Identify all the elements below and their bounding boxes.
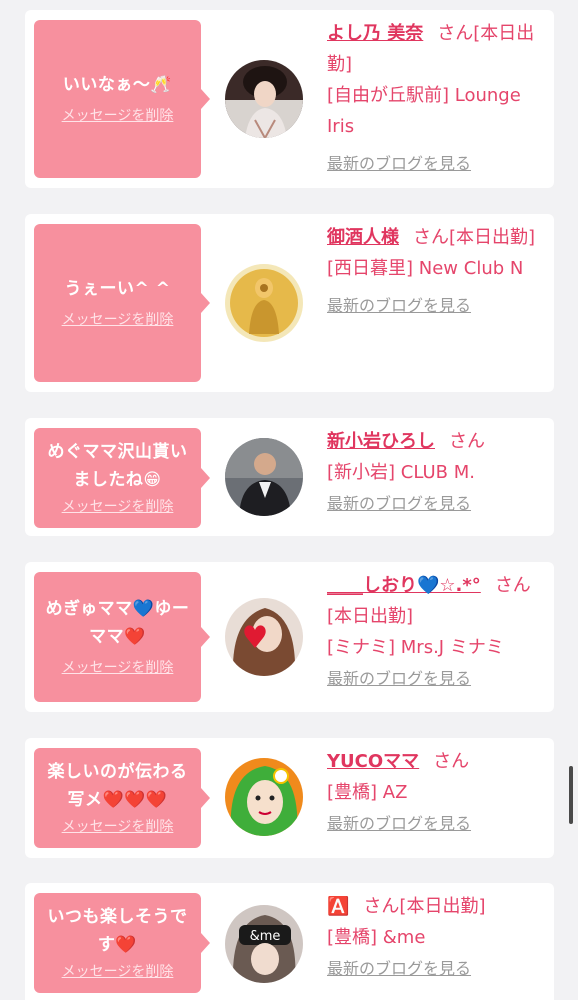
latest-blog-link[interactable]: 最新のブログを見る (327, 152, 471, 176)
shop-location: [豊橋] &me (327, 927, 426, 948)
profile-name-link[interactable]: YUCOママ (327, 751, 419, 772)
honorific: さん (494, 575, 531, 596)
avatar[interactable]: &me (225, 905, 303, 983)
message-bubble: いつも楽しそうで す❤️ メッセージを削除 (34, 893, 210, 993)
delete-message-link[interactable]: メッセージを削除 (62, 309, 174, 331)
message-text: いつも楽しそうで す❤️ (48, 903, 188, 959)
attendance-status: [本日出勤] (327, 606, 414, 627)
honorific: さん (363, 896, 400, 917)
honorific: さん (433, 751, 470, 772)
message-bubble: めぐママ沢山貰い ましたね😁 メッセージを削除 (34, 428, 210, 528)
message-text: いいなぁ〜🥂 (63, 71, 172, 99)
avatar-overlay-text: &me (250, 929, 281, 944)
message-text: うぇーい^ ^ (65, 275, 171, 303)
profile-info: 御酒人様 さん[本日出勤] [西日暮里] New Club N 最新のブログを見る (327, 222, 547, 321)
honorific: さん (413, 227, 449, 248)
profile-illustration-green-hair-icon (225, 758, 303, 836)
delete-message-link[interactable]: メッセージを削除 (62, 657, 174, 679)
attendance-status: [本日出勤] (399, 896, 486, 917)
profile-name-link[interactable]: 新小岩ひろし (327, 431, 435, 452)
message-card: うぇーい^ ^ メッセージを削除 御酒人様 さん[本日出勤] [西日暮里] New… (25, 214, 554, 392)
delete-message-link[interactable]: メッセージを削除 (62, 816, 174, 838)
delete-message-link[interactable]: メッセージを削除 (62, 961, 174, 983)
message-card: いいなぁ〜🥂 メッセージを削除 よし乃 美奈 さん[本日出勤] [自由が丘駅前] … (25, 10, 554, 188)
shop-location: [新小岩] CLUB M. (327, 462, 475, 483)
avatar[interactable] (225, 60, 303, 138)
delete-message-link[interactable]: メッセージを削除 (62, 496, 174, 518)
latest-blog-link[interactable]: 最新のブログを見る (327, 957, 471, 981)
message-bubble: めぎゅママ💙ゆー ママ❤️ メッセージを削除 (34, 572, 210, 702)
avatar[interactable] (225, 264, 303, 342)
profile-name-link[interactable]: ____しおり💙☆.*° (327, 575, 481, 596)
avatar[interactable] (225, 438, 303, 516)
profile-name-link[interactable]: よし乃 美奈 (327, 23, 423, 44)
message-bubble: 楽しいのが伝わる 写メ❤️❤️❤️ メッセージを削除 (34, 748, 210, 848)
message-line: うぇーい^ ^ (64, 279, 171, 299)
message-text: めぎゅママ💙ゆー ママ❤️ (46, 595, 190, 651)
message-card: めぐママ沢山貰い ましたね😁 メッセージを削除 新小岩ひろし さん [新小岩] C… (25, 418, 554, 536)
shop-location: [豊橋] AZ (327, 782, 408, 803)
profile-info: 🅰️ さん[本日出勤] [豊橋] &me 最新のブログを見る (327, 891, 547, 984)
latest-blog-link[interactable]: 最新のブログを見る (327, 667, 471, 691)
message-bubble: うぇーい^ ^ メッセージを削除 (34, 224, 210, 382)
avatar[interactable] (225, 758, 303, 836)
profile-info: YUCOママ さん [豊橋] AZ 最新のブログを見る (327, 746, 547, 839)
profile-photo-man-suit-icon (225, 438, 303, 516)
scrollbar-thumb[interactable] (569, 766, 573, 824)
message-line: いつも楽しそうで (47, 907, 188, 927)
delete-message-link[interactable]: メッセージを削除 (62, 105, 174, 127)
profile-name-link[interactable]: 御酒人様 (327, 227, 399, 248)
profile-photo-kimono-woman-icon (225, 60, 303, 138)
shop-location: [ミナミ] Mrs.J ミナミ (327, 637, 504, 658)
message-text: めぐママ沢山貰い ましたね😁 (48, 438, 188, 494)
latest-blog-link[interactable]: 最新のブログを見る (327, 812, 471, 836)
latest-blog-link[interactable]: 最新のブログを見る (327, 492, 471, 516)
message-card: 楽しいのが伝わる 写メ❤️❤️❤️ メッセージを削除 YUCOママ さん [豊橋]… (25, 738, 554, 858)
message-line: 楽しいのが伝わる (47, 762, 188, 782)
profile-photo-woman-andme-icon: &me (225, 905, 303, 983)
profile-info: よし乃 美奈 さん[本日出勤] [自由が丘駅前] Lounge Iris 最新のブ… (327, 18, 547, 179)
profile-photo-woman-heart-icon (225, 598, 303, 676)
honorific: さん (449, 431, 485, 452)
message-bubble: いいなぁ〜🥂 メッセージを削除 (34, 20, 210, 178)
message-line: ママ❤️ (89, 627, 146, 647)
shop-location: [西日暮里] New Club N (327, 258, 524, 279)
message-line: めぐママ沢山貰い (47, 442, 188, 462)
message-line: いいなぁ〜🥂 (62, 75, 173, 95)
message-text: 楽しいのが伝わる 写メ❤️❤️❤️ (48, 758, 188, 814)
message-line: 写メ❤️❤️❤️ (67, 790, 168, 810)
profile-info: 新小岩ひろし さん [新小岩] CLUB M. 最新のブログを見る (327, 426, 547, 519)
profile-name-link[interactable]: 🅰️ (327, 896, 349, 917)
profile-info: ____しおり💙☆.*° さん [本日出勤] [ミナミ] Mrs.J ミナミ 最新の… (327, 570, 547, 694)
message-card: いつも楽しそうで す❤️ メッセージを削除 &me 🅰️ さん[本日出勤] [豊橋… (25, 883, 554, 1000)
message-line: めぎゅママ💙ゆー (45, 599, 190, 619)
honorific: さん (437, 23, 474, 44)
attendance-status: [本日出勤] (449, 227, 536, 248)
message-line: ましたね😁 (73, 470, 162, 490)
avatar[interactable] (225, 598, 303, 676)
message-line: す❤️ (97, 935, 138, 955)
profile-photo-golden-buddha-icon (225, 264, 303, 342)
shop-location: [自由が丘駅前] Lounge Iris (327, 85, 521, 137)
message-card: めぎゅママ💙ゆー ママ❤️ メッセージを削除 ____しおり💙☆.*° さん [本日… (25, 562, 554, 712)
latest-blog-link[interactable]: 最新のブログを見る (327, 294, 471, 318)
